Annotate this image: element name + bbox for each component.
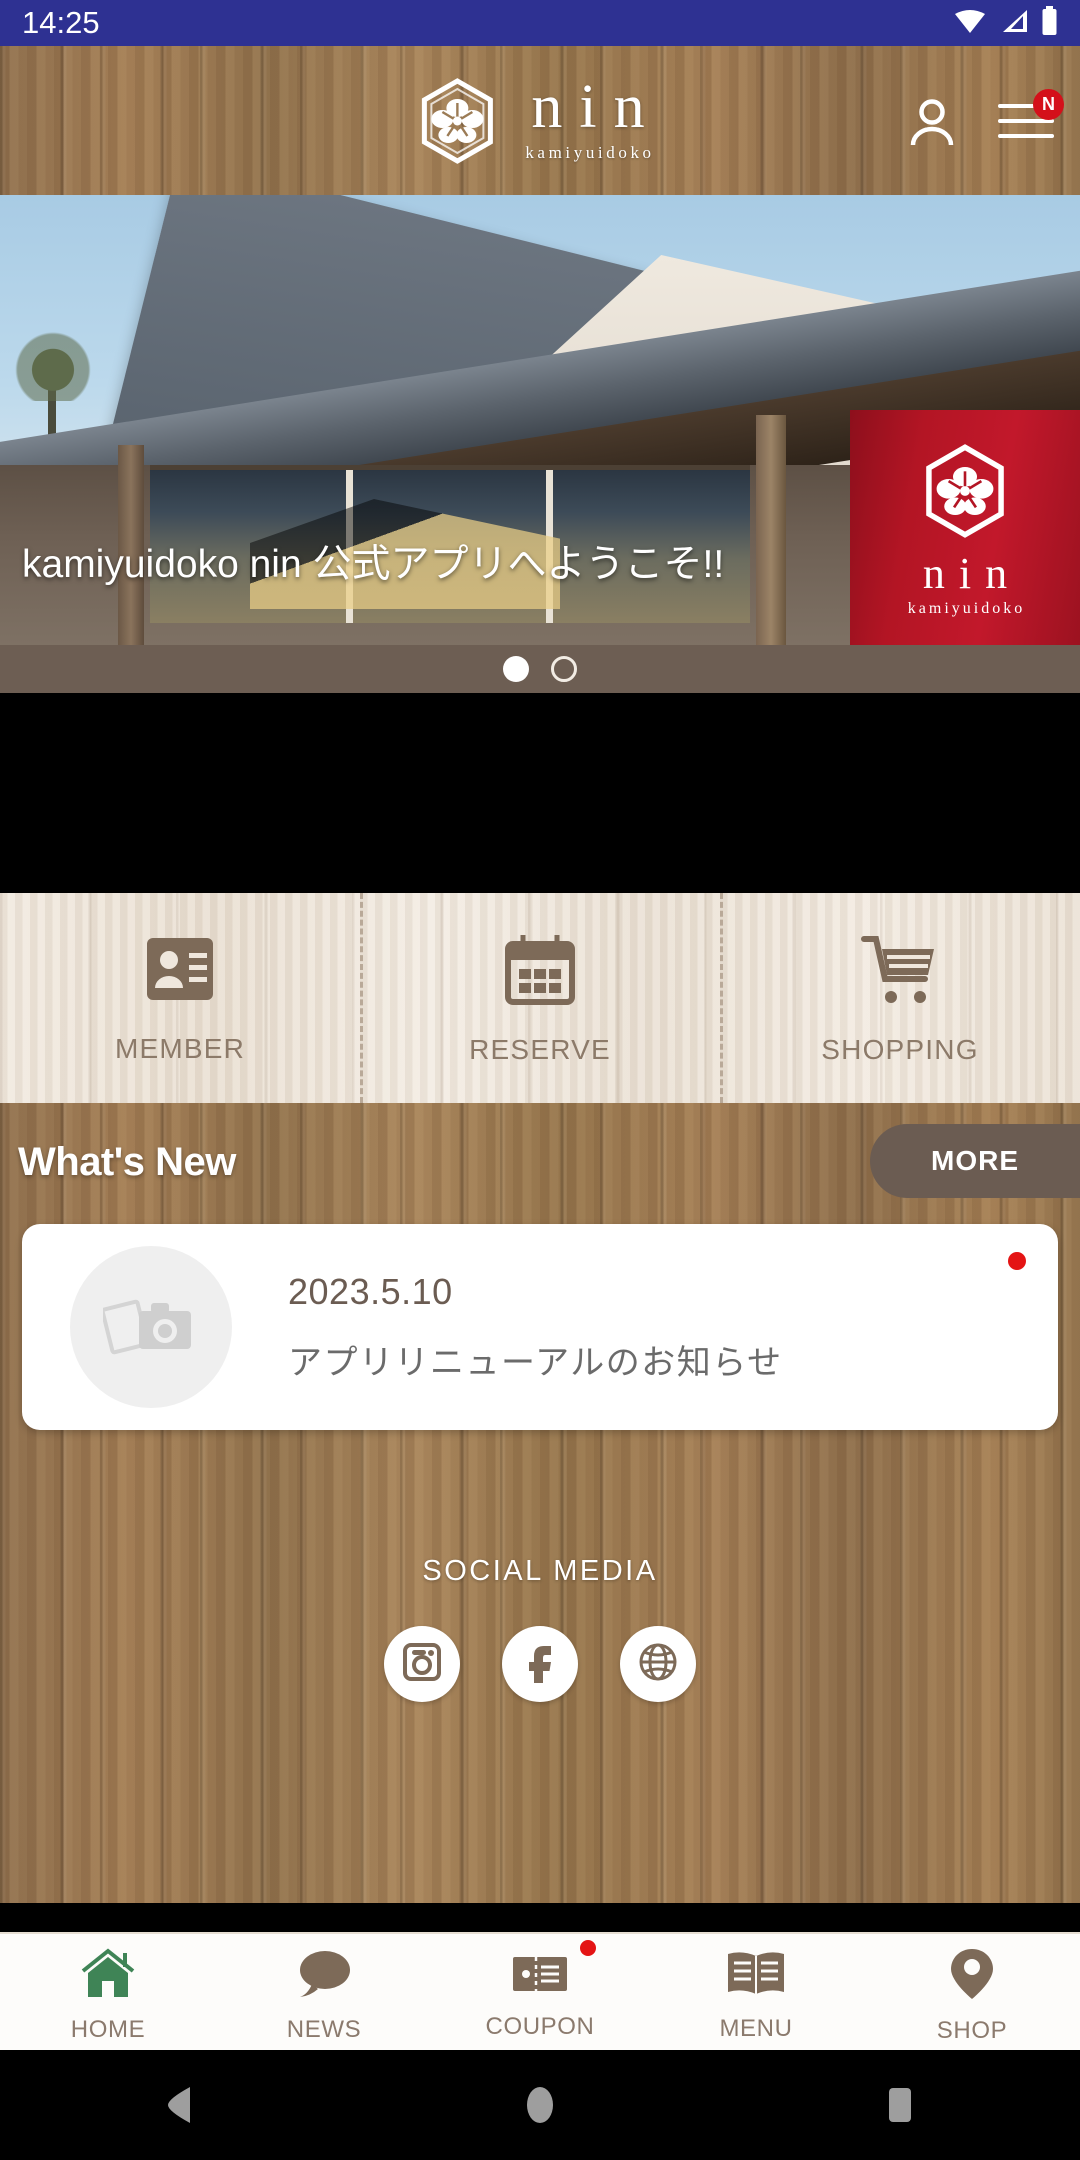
tab-label: NEWS — [286, 2015, 362, 2043]
whats-new-header: What's New MORE — [0, 1108, 1080, 1224]
brand-logo[interactable]: nin kamiyuidoko — [418, 73, 662, 164]
tab-label: SHOP — [936, 2016, 1008, 2044]
news-item-date: 2023.5.10 — [288, 1270, 453, 1312]
android-recents-button[interactable] — [840, 2050, 960, 2160]
news-item-content: 2023.5.10 アプリリニューアルのお知らせ — [288, 1271, 783, 1384]
carousel-indicator — [0, 645, 1080, 693]
tab-menu[interactable]: MENU — [648, 1934, 864, 2050]
header-action-group: N — [904, 88, 1064, 149]
news-thumbnail — [70, 1246, 232, 1408]
whats-new-more-button[interactable]: MORE — [870, 1124, 1080, 1198]
banner-brand-name: nin — [922, 549, 1022, 598]
shop-banner: nin kamiyuidoko — [850, 410, 1080, 645]
quick-action-member[interactable]: MEMBER — [0, 893, 360, 1103]
android-back-button[interactable] — [120, 2050, 240, 2160]
id-card-icon — [144, 932, 216, 1011]
quick-action-row: MEMBER RESERVE SHOPPING — [0, 893, 1080, 1103]
social-media-section: SOCIAL MEDIA — [0, 1555, 1080, 1702]
app-screen: 14:25 nin kamiyuidoko N nin kamiyuidoko … — [0, 0, 1080, 2160]
status-clock: 14:25 — [22, 5, 100, 40]
tab-coupon[interactable]: COUPON — [432, 1934, 648, 2050]
menu-button[interactable]: N — [998, 88, 1064, 149]
news-list-item[interactable]: 2023.5.10 アプリリニューアルのお知らせ — [22, 1224, 1058, 1430]
hero-caption: kamiyuidoko nin 公式アプリへようこそ!! — [22, 543, 725, 586]
android-home-button[interactable] — [480, 2050, 600, 2160]
photo-camera-placeholder-icon — [100, 1289, 199, 1366]
status-bar: 14:25 — [0, 0, 1080, 46]
banner-crest-icon — [922, 444, 1008, 538]
facebook-icon — [518, 1640, 562, 1689]
hero-carousel[interactable]: nin kamiyuidoko kamiyuidoko nin 公式アプリへよう… — [0, 195, 1080, 645]
app-header: nin kamiyuidoko N — [0, 46, 1080, 195]
brand-subtitle: kamiyuidoko — [525, 142, 655, 162]
social-section-title: SOCIAL MEDIA — [422, 1555, 658, 1587]
quick-action-label: MEMBER — [114, 1032, 246, 1064]
pillar-right-shape — [756, 415, 786, 645]
whats-new-section: What's New MORE SOCIAL MEDIA — [0, 1103, 1080, 1903]
hexagon-flower-crest-icon — [418, 77, 496, 164]
section-title: What's New — [18, 1140, 236, 1184]
speech-bubble-icon — [294, 1947, 354, 2006]
battery-icon — [1041, 5, 1058, 41]
ticket-icon — [511, 1950, 569, 2003]
status-icon-group — [953, 5, 1058, 41]
coupon-badge-dot — [580, 1940, 596, 1956]
tab-news[interactable]: NEWS — [216, 1934, 432, 2050]
carousel-dot-1[interactable] — [503, 656, 529, 682]
banner-brand-subtitle: kamiyuidoko — [907, 600, 1026, 617]
android-system-nav — [0, 2050, 1080, 2160]
website-link[interactable] — [620, 1626, 696, 1702]
open-book-icon — [724, 1948, 788, 2005]
tab-label: MENU — [719, 2014, 793, 2042]
carousel-dot-2[interactable] — [551, 656, 577, 682]
news-unread-dot — [1008, 1252, 1026, 1270]
instagram-link[interactable] — [384, 1626, 460, 1702]
cellular-signal-icon — [999, 7, 1029, 40]
menu-notification-badge: N — [1033, 88, 1064, 120]
house-icon — [79, 1947, 137, 2006]
website-globe-icon — [635, 1639, 681, 1690]
brand-logo-text: nin kamiyuidoko — [514, 73, 662, 163]
news-item-title: アプリリニューアルのお知らせ — [288, 1343, 783, 1382]
account-button[interactable] — [904, 93, 960, 149]
shopping-cart-icon — [860, 931, 940, 1012]
wifi-icon — [953, 7, 987, 40]
tab-label: HOME — [70, 2015, 146, 2043]
quick-action-label: SHOPPING — [821, 1033, 979, 1065]
tab-label: COUPON — [485, 2012, 595, 2040]
brand-name: nin — [531, 73, 662, 142]
quick-action-reserve[interactable]: RESERVE — [360, 893, 720, 1103]
bottom-tab-bar: HOME NEWS COUPON MENU SHOP — [0, 1932, 1080, 2050]
facebook-link[interactable] — [502, 1626, 578, 1702]
tab-home[interactable]: HOME — [0, 1934, 216, 2050]
quick-action-label: RESERVE — [469, 1033, 611, 1065]
calendar-icon — [503, 931, 577, 1012]
map-pin-icon — [948, 1946, 996, 2007]
social-link-row — [0, 1626, 1080, 1702]
instagram-icon — [400, 1640, 444, 1689]
quick-action-shopping[interactable]: SHOPPING — [720, 893, 1080, 1103]
tab-shop[interactable]: SHOP — [864, 1934, 1080, 2050]
